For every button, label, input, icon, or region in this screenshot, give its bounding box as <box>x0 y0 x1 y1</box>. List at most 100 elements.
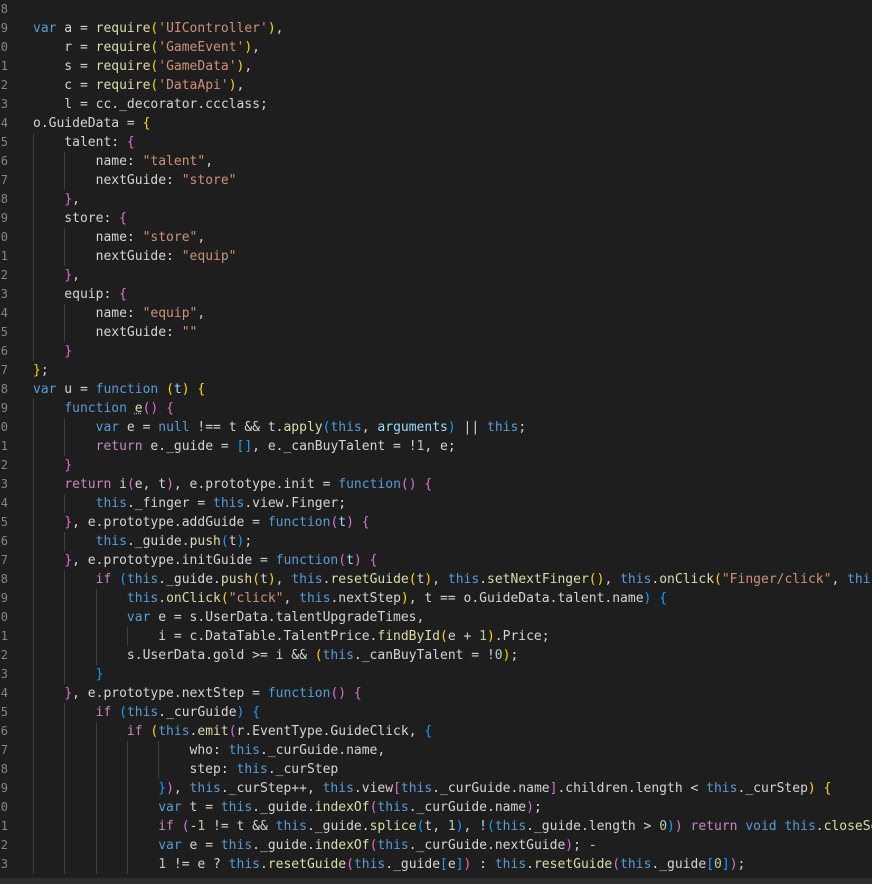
code-token: function <box>267 686 331 701</box>
code-line[interactable]: 9 store: { <box>0 209 872 228</box>
code-line[interactable]: 5 if (this._curGuide) { <box>0 703 872 722</box>
code-line[interactable]: 7 who: this._curGuide.name, <box>0 741 872 760</box>
code-line[interactable]: 3 1 != e ? this.resetGuide(this._guide[e… <box>0 855 872 874</box>
code-line[interactable]: 4 this._finger = this.view.Finger; <box>0 494 872 513</box>
code-token: "" <box>181 325 198 340</box>
code-line[interactable]: 5 }, e.prototype.addGuide = function(t) … <box>0 513 872 532</box>
code-line[interactable]: 6 this._guide.push(t); <box>0 532 872 551</box>
code-token: { <box>126 135 135 150</box>
code-token: onClick <box>659 572 715 587</box>
code-token: "store" <box>142 230 198 245</box>
code-line[interactable]: 3 equip: { <box>0 285 872 304</box>
line-number: 3 <box>0 667 8 681</box>
code-line[interactable]: 0 r = require('GameEvent'), <box>0 38 872 57</box>
code-text: }; <box>33 361 49 380</box>
code-line[interactable]: 1 s = require('GameData'), <box>0 57 872 76</box>
code-editor[interactable]: 8 9 var a = require('UIController'), 0 r = … <box>0 0 872 884</box>
code-line[interactable]: 8 var u = function (t) { <box>0 380 872 399</box>
code-token: this <box>236 762 268 777</box>
code-line[interactable]: 1 nextGuide: "equip" <box>0 247 872 266</box>
code-token: apply <box>283 420 323 435</box>
code-line[interactable]: 6 } <box>0 342 872 361</box>
code-line[interactable]: 0 var e = s.UserData.talentUpgradeTimes, <box>0 608 872 627</box>
line-number: 5 <box>0 325 8 339</box>
code-line[interactable]: 4 name: "equip", <box>0 304 872 323</box>
code-line[interactable]: 9 var a = require('UIController'), <box>0 19 872 38</box>
code-line[interactable]: 2 } <box>0 456 872 475</box>
code-line[interactable]: 9 this.onClick("click", this.nextStep), … <box>0 589 872 608</box>
code-token: } <box>158 781 167 796</box>
code-token: t <box>173 382 182 397</box>
code-line[interactable]: 3 l = cc._decorator.ccclass; <box>0 95 872 114</box>
code-text: var t = this._guide.indexOf(this._curGui… <box>33 798 542 817</box>
code-text: if (this.emit(r.EventType.GuideClick, { <box>33 722 432 741</box>
code-token: ) <box>267 21 276 36</box>
code-token: ._guide. <box>252 838 315 853</box>
code-token: } <box>64 515 73 530</box>
code-line[interactable]: 2 }, <box>0 266 872 285</box>
code-line[interactable]: 5 talent: { <box>0 133 872 152</box>
code-token: this <box>213 496 245 511</box>
code-line[interactable]: 5 nextGuide: "" <box>0 323 872 342</box>
code-line[interactable]: 2 c = require('DataApi'), <box>0 76 872 95</box>
code-line[interactable]: 7 }, e.prototype.initGuide = function(t)… <box>0 551 872 570</box>
code-token: function <box>64 401 127 416</box>
line-number: 2 <box>0 78 8 92</box>
code-line[interactable]: 9 }), this._curStep++, this.view[this._c… <box>0 779 872 798</box>
code-token: , <box>275 21 284 36</box>
code-token: , <box>432 572 448 587</box>
code-text: r = require('GameEvent'), <box>33 38 260 57</box>
code-line[interactable]: 0 var e = null !== t && t.apply(this, ar… <box>0 418 872 437</box>
line-number: 7 <box>0 553 8 567</box>
code-token: . <box>158 591 167 606</box>
code-token: this <box>228 857 260 872</box>
code-token: { <box>353 686 362 701</box>
code-line[interactable]: 6 name: "talent", <box>0 152 872 171</box>
code-token: e._guide = <box>142 439 237 454</box>
code-token: r = <box>33 40 96 55</box>
code-line[interactable]: 8 if (this._guide.push(t), this.resetGui… <box>0 570 872 589</box>
code-line[interactable]: 8 }, <box>0 190 872 209</box>
code-token: : <box>471 857 495 872</box>
code-token: ) <box>267 572 276 587</box>
code-token: ) <box>346 515 354 530</box>
code-line[interactable]: 3 return i(e, t), e.prototype.init = fun… <box>0 475 872 494</box>
code-text: name: "equip", <box>33 304 206 323</box>
code-token: ) <box>228 78 237 93</box>
code-line[interactable]: 2 s.UserData.gold >= i && (this._canBuyT… <box>0 646 872 665</box>
code-token: , <box>205 154 214 169</box>
line-number: 1 <box>0 249 8 263</box>
code-line[interactable]: 7}; <box>0 361 872 380</box>
code-line[interactable]: 0 var t = this._guide.indexOf(this._curG… <box>0 798 872 817</box>
code-line[interactable]: 2 var e = this._guide.indexOf(this._curG… <box>0 836 872 855</box>
code-line[interactable]: 0 name: "store", <box>0 228 872 247</box>
line-number: 0 <box>0 610 8 624</box>
code-token: , <box>831 572 848 587</box>
code-token: if <box>95 705 112 720</box>
code-token: closeSel <box>823 819 872 834</box>
horizontal-scrollbar[interactable] <box>0 878 872 884</box>
code-line[interactable]: 9 function e() { <box>0 399 872 418</box>
code-token: .Price; <box>494 629 550 644</box>
code-line[interactable]: 7 nextGuide: "store" <box>0 171 872 190</box>
code-token: setNextFinger <box>487 572 589 587</box>
code-token: this <box>377 838 409 853</box>
code-line[interactable]: 4 o.GuideData = { <box>0 114 872 133</box>
code-token: return <box>64 477 112 492</box>
code-line[interactable]: 1 if (-1 != t && this._guide.splice(t, 1… <box>0 817 872 836</box>
code-token: this <box>706 781 738 796</box>
code-line[interactable]: 8 step: this._curStep <box>0 760 872 779</box>
code-line[interactable]: 4 }, e.prototype.nextStep = function() { <box>0 684 872 703</box>
code-line[interactable]: 8 <box>0 0 872 19</box>
code-token: () <box>588 572 605 587</box>
code-line[interactable]: 6 if (this.emit(r.EventType.GuideClick, … <box>0 722 872 741</box>
code-line[interactable]: 1 return e._guide = [], e._canBuyTalent … <box>0 437 872 456</box>
code-token: } <box>64 553 73 568</box>
code-line[interactable]: 1 i = c.DataTable.TalentPrice.findById(e… <box>0 627 872 646</box>
code-line[interactable]: 3 } <box>0 665 872 684</box>
